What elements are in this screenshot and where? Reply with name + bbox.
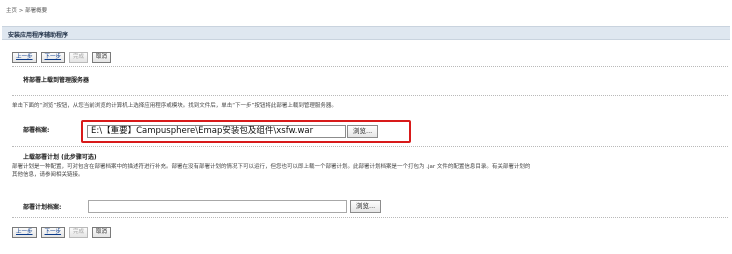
cancel-button[interactable]: 取消 bbox=[92, 52, 112, 63]
prev-button[interactable]: 上一步 bbox=[12, 52, 37, 63]
upload-description: 单击下面的“浏览”按钮，从您当前浏览的计算机上选择应用程序或模块。找到文件后，单… bbox=[12, 103, 337, 109]
finish-button[interactable]: 完成 bbox=[69, 52, 89, 63]
assistant-title-bar: 安装应用程序辅助程序 bbox=[2, 26, 730, 40]
upload-section-heading: 将部署上载到管理服务器 bbox=[23, 77, 90, 84]
top-button-row: 上一步 下一步 完成 取消 bbox=[12, 52, 112, 63]
prev-button[interactable]: 上一步 bbox=[12, 227, 37, 238]
plan-label: 部署计划档案: bbox=[23, 204, 62, 211]
archive-browse-button[interactable]: 浏览... bbox=[347, 125, 379, 138]
plan-path-field[interactable] bbox=[88, 200, 347, 213]
archive-label: 部署档案: bbox=[23, 127, 50, 134]
archive-path-field[interactable]: E:\【重要】Campusphere\Emap安装包及组件\xsfw.war bbox=[87, 125, 346, 138]
plan-section-heading: 上载部署计划 (此步骤可选) bbox=[23, 154, 97, 161]
divider bbox=[12, 66, 728, 67]
divider bbox=[12, 217, 728, 218]
divider bbox=[12, 95, 728, 96]
next-button[interactable]: 下一步 bbox=[40, 227, 66, 238]
breadcrumb: 主页 > 部署概要 bbox=[6, 8, 48, 14]
next-button[interactable]: 下一步 bbox=[40, 52, 66, 63]
plan-description-line2: 其他信息，请参阅相关链接。 bbox=[12, 172, 84, 178]
plan-browse-button[interactable]: 浏览... bbox=[350, 200, 382, 213]
archive-highlight-frame: E:\【重要】Campusphere\Emap安装包及组件\xsfw.war 浏… bbox=[81, 120, 411, 143]
page-title: 安装应用程序辅助程序 bbox=[8, 32, 69, 39]
divider bbox=[12, 146, 728, 147]
finish-button[interactable]: 完成 bbox=[69, 227, 89, 238]
bottom-button-row: 上一步 下一步 完成 取消 bbox=[12, 227, 112, 238]
plan-description-line1: 部署计划是一种配置，可对包含在部署档案中的描述符进行补充。部署在没有部署计划的情… bbox=[12, 164, 531, 170]
cancel-button[interactable]: 取消 bbox=[92, 227, 112, 238]
